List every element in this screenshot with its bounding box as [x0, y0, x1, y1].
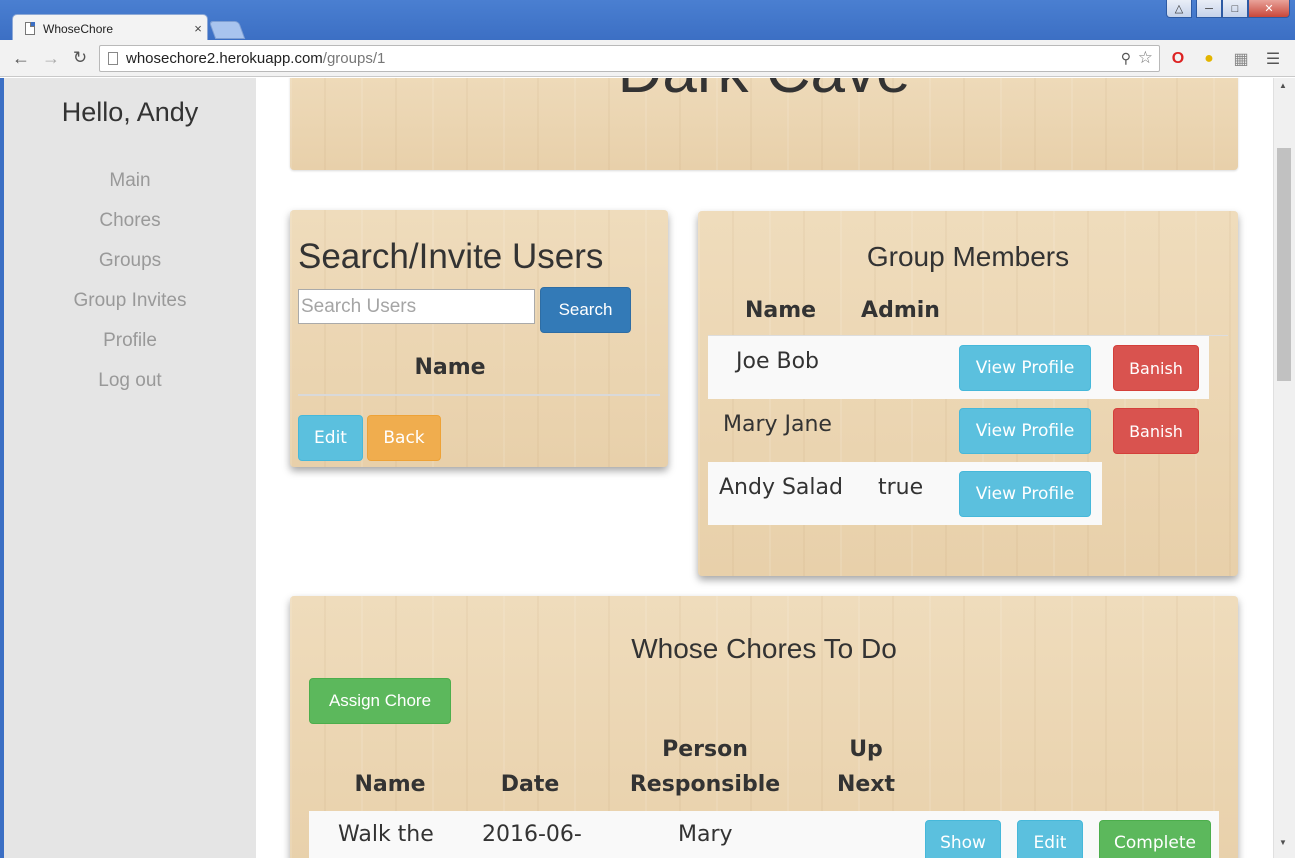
browser-toolbar: ← → ↻ whosechore2.herokuapp.com/groups/1…	[0, 40, 1295, 77]
chores-col-name: Name	[354, 772, 426, 797]
opera-icon[interactable]: O	[1168, 49, 1188, 69]
url-path: /groups/1	[322, 50, 386, 67]
complete-button[interactable]: Complete	[1099, 820, 1211, 858]
banish-button[interactable]: Banish	[1113, 408, 1199, 454]
banish-button[interactable]: Banish	[1113, 345, 1199, 391]
url-host: whosechore2.herokuapp.com	[126, 50, 323, 67]
tab-close-icon[interactable]: ×	[189, 21, 207, 36]
window-close-button[interactable]: ✕	[1248, 0, 1290, 18]
chore-person: Mary	[678, 822, 733, 847]
group-members-panel: Group Members Name Admin Joe Bob View Pr…	[698, 211, 1238, 576]
user-icon[interactable]: △	[1166, 0, 1192, 18]
member-admin-value: true	[878, 475, 924, 500]
search-button[interactable]: Search	[540, 287, 631, 333]
assign-chore-button[interactable]: Assign Chore	[309, 678, 451, 724]
group-title: Dark Cave	[290, 78, 1238, 107]
divider	[298, 394, 660, 396]
search-users-input[interactable]	[298, 289, 535, 324]
group-header: Dark Cave	[290, 78, 1238, 170]
page-icon	[108, 52, 118, 65]
new-tab-button[interactable]	[208, 21, 246, 39]
page-viewport: Hello, Andy Main Chores Groups Group Inv…	[0, 78, 1295, 858]
nav-link-profile[interactable]: Profile	[4, 330, 256, 352]
scroll-up-icon[interactable]: ▲	[1279, 81, 1287, 90]
address-bar[interactable]: whosechore2.herokuapp.com/groups/1 ⚲ ☆	[99, 45, 1160, 72]
forward-arrow-icon[interactable]: →	[40, 48, 62, 68]
chores-col-person-line1: Person	[662, 737, 748, 762]
view-profile-button[interactable]: View Profile	[959, 345, 1091, 391]
member-name: Joe Bob	[736, 349, 819, 374]
chores-col-up-line1: Up	[849, 737, 883, 762]
chores-col-person-line2: Responsible	[629, 772, 781, 797]
sidebar: Hello, Andy Main Chores Groups Group Inv…	[0, 78, 256, 858]
nav-link-log-out[interactable]: Log out	[4, 370, 256, 392]
members-col-admin: Admin	[861, 298, 940, 323]
chore-name: Walk the	[338, 822, 434, 847]
page-scrollbar[interactable]: ▲ ▼	[1273, 78, 1295, 858]
search-invite-panel: Search/Invite Users Search Name Edit Bac…	[290, 210, 668, 467]
chore-edit-button[interactable]: Edit	[1017, 820, 1083, 858]
chores-col-up-line2: Next	[836, 772, 896, 797]
search-panel-title: Search/Invite Users	[298, 237, 604, 276]
lemon-icon[interactable]: ●	[1199, 49, 1219, 69]
maximize-button[interactable]: □	[1222, 0, 1248, 18]
nav-link-group-invites[interactable]: Group Invites	[4, 290, 256, 312]
browser-titlebar: WhoseChore × △ ─ □ ✕	[0, 0, 1295, 42]
greeting: Hello, Andy	[61, 97, 199, 127]
members-panel-title: Group Members	[866, 241, 1070, 272]
scroll-down-icon[interactable]: ▼	[1279, 838, 1287, 847]
show-button[interactable]: Show	[925, 820, 1001, 858]
view-profile-button[interactable]: View Profile	[959, 471, 1091, 517]
page-icon	[25, 22, 35, 35]
menu-icon[interactable]: ☰	[1263, 49, 1283, 69]
view-profile-button[interactable]: View Profile	[959, 408, 1091, 454]
chores-panel: Whose Chores To Do Assign Chore Name Dat…	[290, 596, 1238, 858]
key-icon[interactable]: ⚲	[1121, 50, 1131, 67]
edit-button[interactable]: Edit	[298, 415, 363, 461]
star-icon[interactable]: ☆	[1138, 48, 1153, 68]
puzzle-icon[interactable]: ▦	[1231, 49, 1251, 69]
minimize-button[interactable]: ─	[1196, 0, 1222, 18]
nav-link-main[interactable]: Main	[4, 170, 256, 192]
member-name: Mary Jane	[723, 412, 832, 437]
chores-col-date: Date	[500, 772, 560, 797]
members-col-name: Name	[744, 298, 817, 323]
reload-icon[interactable]: ↻	[69, 48, 91, 68]
nav-link-groups[interactable]: Groups	[4, 250, 256, 272]
chores-panel-title: Whose Chores To Do	[631, 633, 897, 664]
scroll-thumb[interactable]	[1277, 148, 1291, 381]
chore-date: 2016-06-	[482, 822, 582, 847]
tab-title: WhoseChore	[43, 21, 114, 36]
search-col-name: Name	[414, 355, 486, 380]
back-button[interactable]: Back	[367, 415, 441, 461]
nav-link-chores[interactable]: Chores	[4, 210, 256, 232]
back-arrow-icon[interactable]: ←	[10, 48, 32, 68]
member-name: Andy Salad	[719, 475, 843, 500]
browser-tab[interactable]: WhoseChore ×	[12, 14, 208, 42]
